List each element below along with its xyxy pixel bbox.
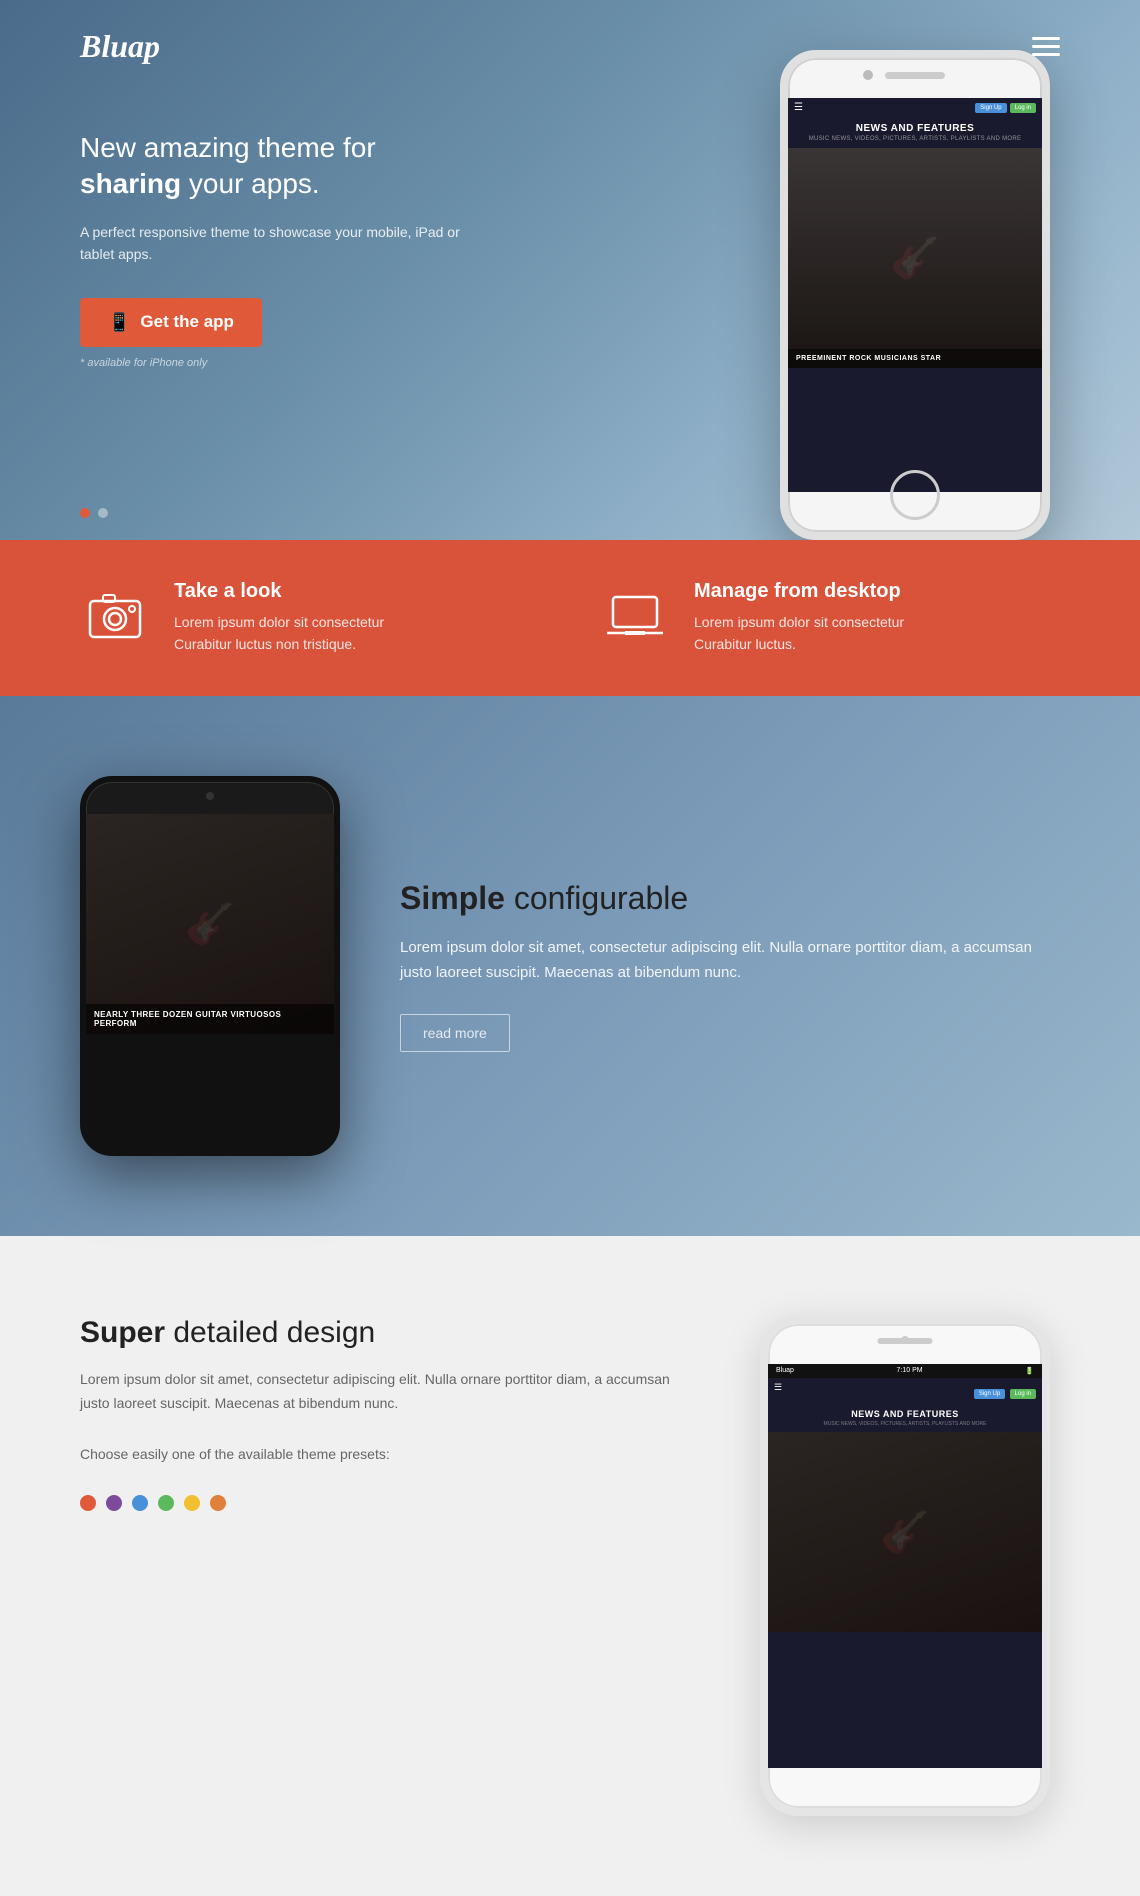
white-phone-mockup: Bluap 7:10 PM 🔋 ☰ Sign Up Log in NEWS AN… [760,1316,1060,1816]
status-app-name: Bluap [776,1367,794,1374]
feature-desktop-title: Manage from desktop [694,580,904,603]
status-bar: Bluap 7:10 PM 🔋 [768,1364,1042,1378]
dark-phone-outer: 🎸 NEARLY THREE DOZEN GUITAR VIRTUOSOS PE… [80,776,340,1156]
white-phone-menu: ☰ [774,1382,782,1400]
phone-home-bar [890,470,940,520]
dark-phone-screen: 🎸 NEARLY THREE DOZEN GUITAR VIRTUOSOS PE… [86,814,334,1150]
white-phone-outer: Bluap 7:10 PM 🔋 ☰ Sign Up Log in NEWS AN… [760,1316,1050,1816]
color-dot-1[interactable] [106,1495,122,1511]
white-phone-login: Log in [1010,1389,1036,1399]
hamburger-line [1032,45,1060,48]
phone-figure: 🎸 [788,148,1042,368]
super-heading: Super detailed design [80,1316,700,1350]
color-dot-4[interactable] [184,1495,200,1511]
white-phone-header: ☰ Sign Up Log in [768,1378,1042,1404]
hamburger-line [1032,53,1060,56]
read-more-button[interactable]: read more [400,1014,510,1052]
hero-tagline: New amazing theme for sharing your apps. [80,130,480,203]
white-phone-screen: Bluap 7:10 PM 🔋 ☰ Sign Up Log in NEWS AN… [768,1364,1042,1768]
hamburger-button[interactable] [1032,37,1060,56]
dark-phone-caption: NEARLY THREE DOZEN GUITAR VIRTUOSOS PERF… [86,1004,334,1034]
hero-note: * available for iPhone only [80,357,480,369]
phone-news-subtitle: MUSIC NEWS, VIDEOS, PICTURES, ARTISTS, P… [788,136,1042,148]
dot-1[interactable] [80,508,90,518]
feature-camera-desc: Lorem ipsum dolor sit consectetur Curabi… [174,611,384,656]
camera-svg [85,585,145,645]
hero-subtitle: A perfect responsive theme to showcase y… [80,221,480,266]
white-phone-btns: Sign Up Log in [974,1382,1036,1400]
white-phone-signup: Sign Up [974,1389,1005,1399]
simple-body: Lorem ipsum dolor sit amet, consectetur … [400,935,1060,986]
phone-screen-header: ☰ Sign Up Log in [788,98,1042,117]
laptop-svg [605,585,665,645]
side-button-1 [80,852,83,882]
white-phone-speaker [878,1338,933,1344]
brand-logo: Bluap [80,28,160,65]
phone-news-title: NEWS AND FEATURES [788,117,1042,136]
simple-section-text: Simple configurable Lorem ipsum dolor si… [400,880,1060,1052]
color-dot-2[interactable] [132,1495,148,1511]
phone-buttons: Sign Up Log in [975,103,1036,113]
color-presets [80,1495,700,1511]
music-deco-dark: 🎸 [185,900,235,947]
hamburger-line [1032,37,1060,40]
status-time: 7:10 PM [897,1367,923,1374]
side-button-2 [80,892,83,932]
white-music-deco: 🎸 [880,1508,930,1555]
feature-desktop-desc: Lorem ipsum dolor sit consectetur Curabi… [694,611,904,656]
cta-label: Get the app [140,312,234,332]
super-section: Super detailed design Lorem ipsum dolor … [0,1236,1140,1896]
simple-section: 🎸 NEARLY THREE DOZEN GUITAR VIRTUOSOS PE… [0,696,1140,1236]
phone-icon: 📱 [108,312,130,333]
camera-icon [80,580,150,650]
status-battery: 🔋 [1025,1367,1034,1375]
dot-2[interactable] [98,508,108,518]
feature-camera-text: Take a look Lorem ipsum dolor sit consec… [174,580,384,656]
phone-login-btn: Log in [1010,103,1036,113]
phone-signup-btn: Sign Up [975,103,1006,113]
hero-dots [80,508,108,518]
color-dot-3[interactable] [158,1495,174,1511]
super-section-text: Super detailed design Lorem ipsum dolor … [80,1316,700,1511]
phone-image-area: 🎸 PREEMINENT ROCK MUSICIANS STAR [788,148,1042,368]
hero-phone-mockup: ☰ Sign Up Log in NEWS AND FEATURES MUSIC… [780,50,1060,540]
presets-label: Choose easily one of the available theme… [80,1443,700,1467]
cta-button[interactable]: 📱 Get the app [80,298,262,347]
feature-camera: Take a look Lorem ipsum dolor sit consec… [80,580,540,656]
super-body: Lorem ipsum dolor sit amet, consectetur … [80,1368,700,1416]
feature-desktop: Manage from desktop Lorem ipsum dolor si… [600,580,1060,656]
white-news-sub: MUSIC NEWS, VIDEOS, PICTURES, ARTISTS, P… [768,1421,1042,1432]
color-dot-5[interactable] [210,1495,226,1511]
phone-caption: PREEMINENT ROCK MUSICIANS STAR [788,349,1042,368]
feature-camera-title: Take a look [174,580,384,603]
dark-phone-camera [206,792,214,800]
simple-heading: Simple configurable [400,880,1060,917]
features-section: Take a look Lorem ipsum dolor sit consec… [0,540,1140,696]
feature-desktop-text: Manage from desktop Lorem ipsum dolor si… [694,580,904,656]
laptop-icon [600,580,670,650]
white-news-title: NEWS AND FEATURES [768,1404,1042,1421]
phone-screen: ☰ Sign Up Log in NEWS AND FEATURES MUSIC… [788,98,1042,492]
color-dot-0[interactable] [80,1495,96,1511]
music-decoration: 🎸 [890,235,940,282]
white-phone-image: 🎸 [768,1432,1042,1632]
hero-section: Bluap New amazing theme for sharing your… [0,0,1140,540]
navbar: Bluap [0,0,1140,93]
dark-phone-mockup: 🎸 NEARLY THREE DOZEN GUITAR VIRTUOSOS PE… [80,776,340,1156]
dark-phone-image: 🎸 NEARLY THREE DOZEN GUITAR VIRTUOSOS PE… [86,814,334,1034]
phone-outer-white: ☰ Sign Up Log in NEWS AND FEATURES MUSIC… [780,50,1050,540]
phone-menu-icon: ☰ [794,102,803,113]
hero-content: New amazing theme for sharing your apps.… [80,130,480,369]
